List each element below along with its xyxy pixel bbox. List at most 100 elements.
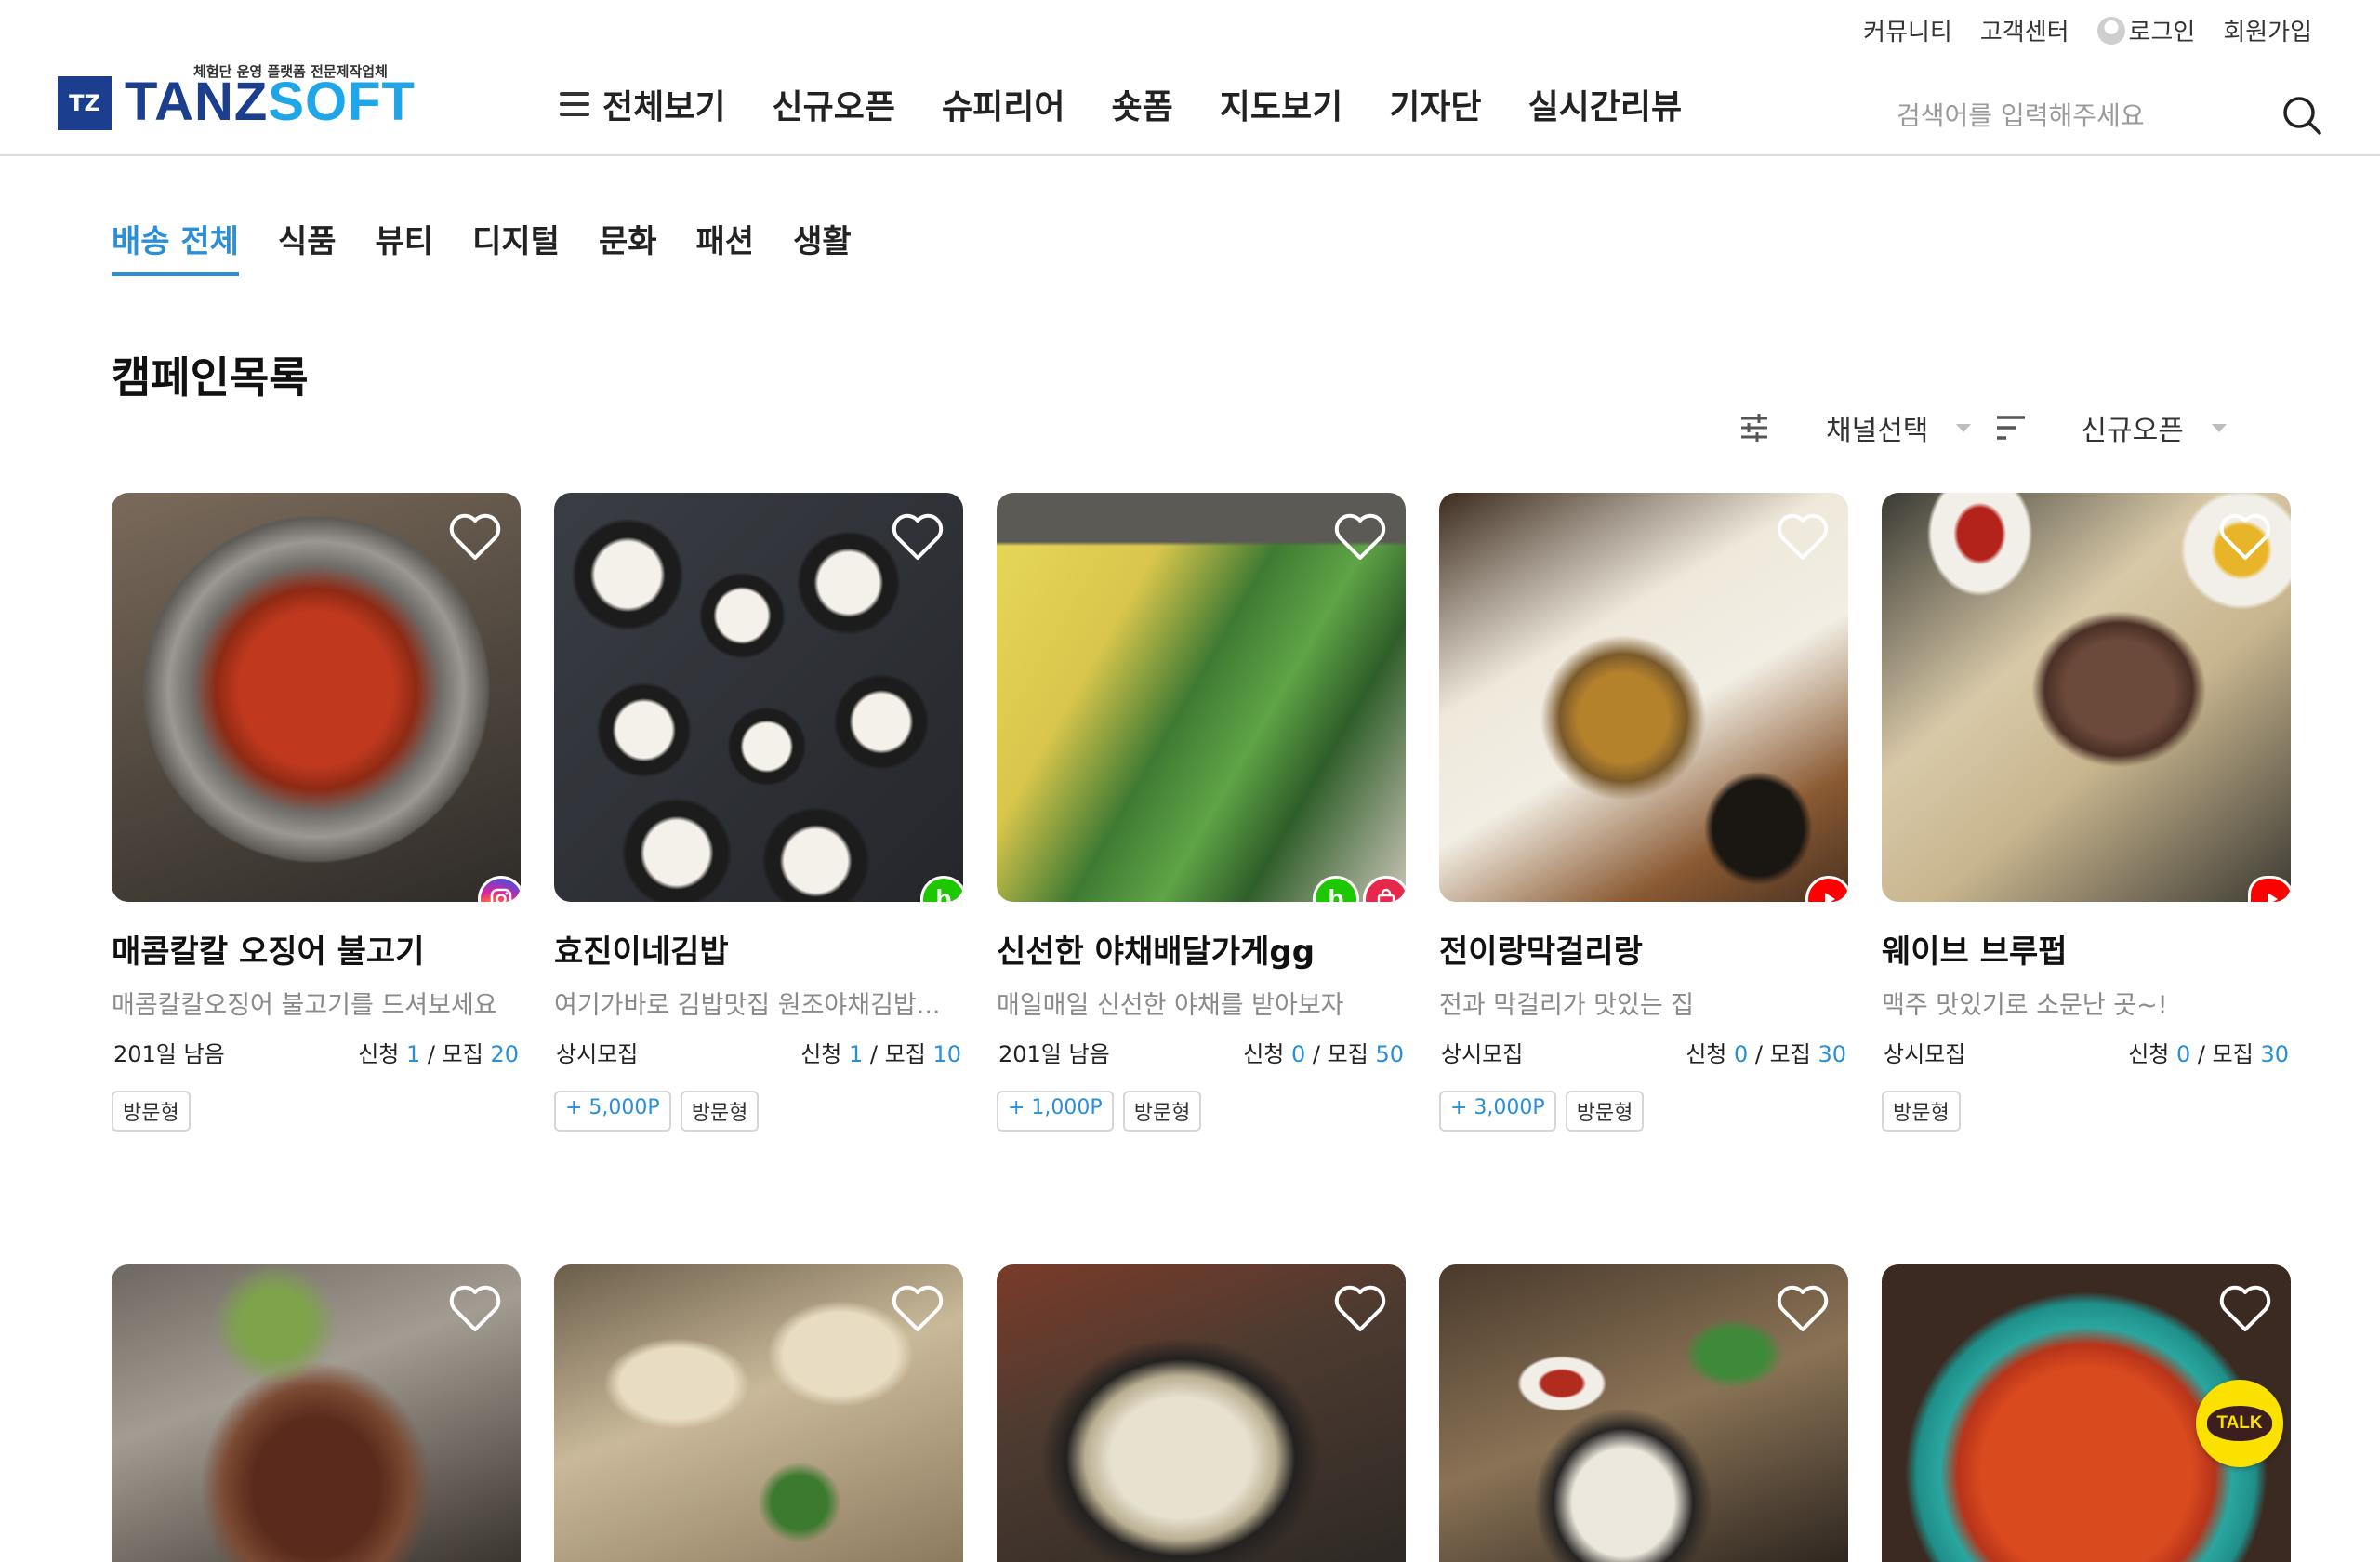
logo-brand-accent: SOFT xyxy=(268,72,416,132)
campaign-card[interactable] xyxy=(554,1264,963,1562)
point-tag: + 1,000P xyxy=(997,1091,1114,1132)
channel-badges: b xyxy=(920,876,963,902)
campaign-card[interactable]: b 효진이네김밥 여기가바로 김밥맛집 원조야채김밥... 상시모집 신청 1 … xyxy=(554,493,963,1132)
search-bar xyxy=(1897,89,2324,141)
login-label: 로그인 xyxy=(2128,19,2196,46)
site-logo[interactable]: 체험단 운영 플랫폼 전문제작업체 TZ TANZSOFT xyxy=(58,61,415,136)
tab-beauty[interactable]: 뷰티 xyxy=(376,216,434,276)
visit-type-tag: 방문형 xyxy=(1882,1091,1961,1132)
blog-icon: b xyxy=(920,876,963,902)
campaign-thumbnail[interactable]: b xyxy=(997,493,1406,902)
heart-icon[interactable] xyxy=(1776,511,1830,562)
nav-item-new-open[interactable]: 신규오픈 xyxy=(772,80,894,128)
campaign-tags: 방문형 xyxy=(112,1091,521,1132)
campaign-card[interactable]: b 신선한 야채배달가게gg 매일매일 신선한 야채를 받아보자 201일 남음… xyxy=(997,493,1406,1132)
recruit-count: 50 xyxy=(1375,1041,1404,1067)
channel-select-label: 채널선택 xyxy=(1826,415,1929,447)
tab-all-delivery[interactable]: 배송 전체 xyxy=(112,216,239,276)
heart-icon[interactable] xyxy=(1776,1283,1830,1333)
campaign-counts: 신청 0 / 모집 50 xyxy=(1243,1041,1404,1067)
instagram-icon xyxy=(478,876,521,902)
tab-culture[interactable]: 문화 xyxy=(599,216,657,276)
campaign-thumbnail[interactable] xyxy=(997,1264,1406,1562)
heart-icon[interactable] xyxy=(891,1283,945,1333)
campaign-name: 웨이브 브루펍 xyxy=(1882,933,2068,971)
campaign-counts: 신청 1 / 모집 20 xyxy=(358,1041,519,1067)
search-icon[interactable] xyxy=(2280,93,2324,138)
channel-select[interactable]: 채널선택 xyxy=(1826,407,1972,448)
signup-link[interactable]: 회원가입 xyxy=(2223,13,2312,47)
campaign-name: 신선한 야채배달가게gg xyxy=(997,933,1316,971)
nav-item-all[interactable]: 전체보기 xyxy=(560,80,725,128)
campaign-card[interactable] xyxy=(112,1264,521,1562)
campaign-thumbnail[interactable] xyxy=(1439,493,1848,902)
campaign-thumbnail[interactable] xyxy=(554,1264,963,1562)
recruit-label: 모집 xyxy=(1769,1041,1811,1067)
apply-label: 신청 xyxy=(358,1041,400,1067)
applied-count: 0 xyxy=(1291,1041,1306,1067)
customer-center-link[interactable]: 고객센터 xyxy=(1980,13,2069,47)
avatar-icon xyxy=(2096,16,2125,45)
campaign-card[interactable]: 웨이브 브루펍 맥주 맛있기로 소문난 곳~! 상시모집 신청 0 / 모집 3… xyxy=(1882,493,2291,1132)
campaign-tags: + 1,000P 방문형 xyxy=(997,1091,1406,1132)
applied-count: 1 xyxy=(406,1041,421,1067)
heart-icon[interactable] xyxy=(2218,1283,2272,1333)
visit-type-tag: 방문형 xyxy=(1565,1091,1645,1132)
logo-text: TANZSOFT xyxy=(125,71,416,133)
visit-type-tag: 방문형 xyxy=(1122,1091,1202,1132)
kakao-talk-button[interactable]: TALK xyxy=(2196,1380,2283,1467)
sort-select[interactable]: 신규오픈 xyxy=(2081,407,2227,448)
nav-item-superior[interactable]: 슈피리어 xyxy=(942,80,1064,128)
campaign-description: 매콤칼칼오징어 불고기를 드셔보세요 xyxy=(112,991,497,1020)
nav-item-map[interactable]: 지도보기 xyxy=(1220,80,1342,128)
tab-digital[interactable]: 디지털 xyxy=(472,216,560,276)
campaign-card[interactable] xyxy=(997,1264,1406,1562)
heart-icon[interactable] xyxy=(891,511,945,562)
tab-fashion[interactable]: 패션 xyxy=(696,216,755,276)
campaign-thumbnail[interactable]: b xyxy=(554,493,963,902)
campaign-counts: 신청 1 / 모집 10 xyxy=(800,1041,961,1067)
heart-icon[interactable] xyxy=(1333,511,1387,562)
tab-food[interactable]: 식품 xyxy=(278,216,337,276)
search-input[interactable] xyxy=(1897,99,2250,131)
heart-icon[interactable] xyxy=(448,1283,502,1333)
applied-count: 0 xyxy=(1734,1041,1749,1067)
community-link[interactable]: 커뮤니티 xyxy=(1863,13,1952,47)
shopping-bag-icon xyxy=(1363,876,1406,902)
category-tabs: 배송 전체 식품 뷰티 디지털 문화 패션 생활 xyxy=(112,216,852,276)
heart-icon[interactable] xyxy=(448,511,502,562)
hamburger-icon xyxy=(560,92,589,116)
campaign-thumbnail[interactable] xyxy=(112,493,521,902)
campaign-card[interactable]: 전이랑막걸리랑 전과 막걸리가 맛있는 집 상시모집 신청 0 / 모집 30 … xyxy=(1439,493,1848,1132)
campaign-status: 201일 남음 xyxy=(113,1041,225,1067)
campaign-name: 매콤칼칼 오징어 불고기 xyxy=(112,933,425,971)
recruit-label: 모집 xyxy=(442,1041,483,1067)
filter-sliders-icon[interactable] xyxy=(1739,412,1770,443)
campaign-description: 매일매일 신선한 야채를 받아보자 xyxy=(997,991,1344,1020)
nav-item-shortform[interactable]: 숏폼 xyxy=(1111,80,1172,128)
campaign-description: 전과 막걸리가 맛있는 집 xyxy=(1439,991,1695,1020)
campaign-thumbnail[interactable] xyxy=(1882,493,2291,902)
page-title: 캠페인목록 xyxy=(112,352,309,403)
campaign-card[interactable] xyxy=(1439,1264,1848,1562)
nav-item-live-review[interactable]: 실시간리뷰 xyxy=(1528,80,1683,128)
logo-brand-main: TANZ xyxy=(125,72,269,132)
login-link[interactable]: 로그인 xyxy=(2096,13,2196,47)
nav-item-reporters[interactable]: 기자단 xyxy=(1389,80,1481,128)
sort-icon[interactable] xyxy=(1995,414,2027,442)
point-tag: + 3,000P xyxy=(1439,1091,1556,1132)
campaign-thumbnail[interactable] xyxy=(1439,1264,1848,1562)
recruit-label: 모집 xyxy=(1327,1041,1368,1067)
heart-icon[interactable] xyxy=(1333,1283,1387,1333)
tab-living[interactable]: 생활 xyxy=(793,216,852,276)
kakao-talk-label: TALK xyxy=(2207,1406,2272,1441)
applied-count: 0 xyxy=(2176,1041,2191,1067)
campaign-card[interactable]: 매콤칼칼 오징어 불고기 매콤칼칼오징어 불고기를 드셔보세요 201일 남음 … xyxy=(112,493,521,1132)
campaign-name: 효진이네김밥 xyxy=(554,933,729,971)
nav-item-label: 전체보기 xyxy=(602,88,726,126)
channel-badges xyxy=(2248,876,2291,902)
heart-icon[interactable] xyxy=(2218,511,2272,562)
campaign-thumbnail[interactable] xyxy=(112,1264,521,1562)
apply-label: 신청 xyxy=(2128,1041,2170,1067)
campaign-tags: 방문형 xyxy=(1882,1091,2291,1132)
